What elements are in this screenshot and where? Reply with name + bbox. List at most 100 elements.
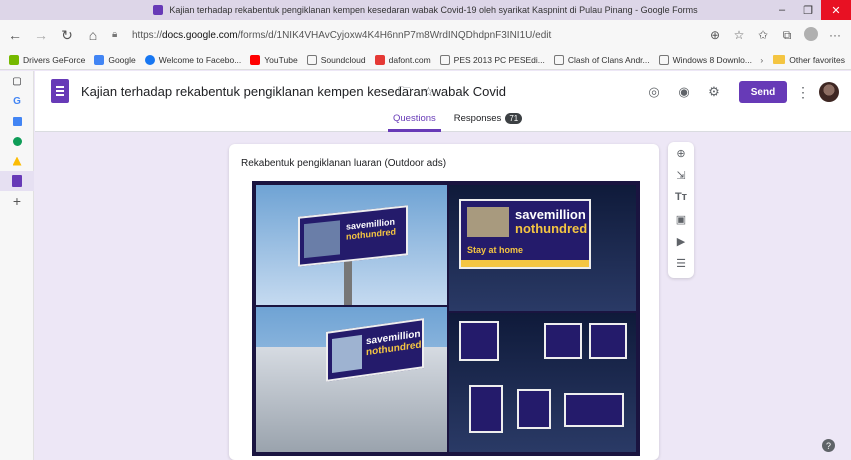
form-title[interactable]: Kajian terhadap rekabentuk pengiklanan k… [81,84,506,99]
form-tabs: Questions Responses 71 [388,113,527,132]
refresh-icon[interactable]: ↻ [56,24,78,46]
browser-toolbar: ← → ↻ ⌂ 🔒︎ https://docs.google.com/forms… [0,20,851,50]
url-prefix: https:// [132,29,163,41]
window-controls: – ❐ ✕ [769,0,851,20]
maximize-icon[interactable]: ❐ [795,0,821,20]
add-video-icon[interactable]: ▶ [668,230,694,252]
palette-icon[interactable]: ◎ [639,84,669,100]
small-ad [564,393,624,427]
sidebar-google-icon[interactable]: G [0,91,34,111]
lock-icon: 🔒︎ [112,29,118,40]
geforce-icon [9,54,19,65]
send-button[interactable]: Send [739,81,787,103]
page-icon [439,54,450,65]
avatar[interactable] [819,82,839,102]
bookmark-item[interactable]: Drivers GeForce [9,54,85,65]
sidebar-forms-icon[interactable] [0,171,34,191]
url-host: docs.google.com [162,29,238,41]
sidebar-drive-icon[interactable] [0,151,34,171]
other-favorites[interactable]: › Other favorites [760,55,845,65]
sidebar-add-icon[interactable]: + [0,191,34,211]
help-icon[interactable]: ? [822,439,835,452]
add-section-icon[interactable]: ☰ [668,252,694,274]
back-icon[interactable]: ← [4,24,26,46]
small-ad [589,323,627,359]
home-icon[interactable]: ⌂ [82,24,104,46]
profile-icon[interactable] [799,26,823,44]
sidebar-tabs-icon[interactable]: ▢ [0,71,34,91]
bookmark-item[interactable]: Google [94,54,136,65]
image-panel-street-ads [449,313,636,452]
form-tools-panel: ⊕ ⇲ Tт ▣ ▶ ☰ [668,142,694,278]
close-icon[interactable]: ✕ [821,0,851,20]
question-title[interactable]: Rekabentuk pengiklanan luaran (Outdoor a… [241,158,446,169]
sidebar-status-icon[interactable] [0,131,34,151]
address-bar[interactable]: 🔒︎ https://docs.google.com/forms/d/1NIK4… [112,24,672,46]
folder-move-icon[interactable]: 🗀︎ [398,84,411,99]
add-image-icon[interactable]: ▣ [668,208,694,230]
bookmark-item[interactable]: PES 2013 PC PESEdi... [439,54,545,65]
forward-icon[interactable]: → [30,24,52,46]
small-ad [517,389,551,429]
star-icon[interactable]: ☆ [423,84,435,99]
bookmark-item[interactable]: Clash of Clans Andr... [553,54,650,65]
ad-photo [467,207,509,237]
bookmark-item[interactable]: YouTube [250,54,298,65]
bookmark-item[interactable]: Windows 8 Downlo... [658,54,752,65]
settings-gear-icon[interactable]: ⚙ [699,84,729,100]
responses-count-badge: 71 [505,113,523,124]
favorites-icon[interactable]: ✩ [751,28,775,42]
billboard: savemillion nothundred Stay at home [459,199,591,269]
minimize-icon[interactable]: – [769,0,795,20]
page-icon [658,54,669,65]
forms-favicon-icon [153,5,164,15]
small-ad [459,321,499,361]
folder-icon [773,55,786,64]
bookmark-item[interactable]: Soundcloud [306,54,366,65]
dafont-icon [374,54,385,65]
image-panel-building: savemillion nothundred [256,307,447,452]
bookmark-item[interactable]: Welcome to Facebo... [144,54,241,65]
browser-tools: ⊕ ☆ ✩ ⧉ ··· [703,26,847,44]
chevron-right-icon[interactable]: › [760,55,763,65]
ad-line1: savemillion [515,207,586,222]
youtube-icon [250,54,261,65]
edge-sidebar: ▢ G + [0,71,34,460]
sidebar-docs-icon[interactable] [0,111,34,131]
more-icon[interactable]: ··· [823,28,847,42]
facebook-icon [144,54,155,65]
small-ad [469,385,503,433]
import-questions-icon[interactable]: ⇲ [668,164,694,186]
image-panel-sky-billboard: savemillion nothundred [256,185,447,305]
zoom-icon[interactable]: ⊕ [703,28,727,42]
preview-eye-icon[interactable]: ◉ [669,84,699,100]
tab-questions[interactable]: Questions [388,113,441,132]
ad-line2: nothundred [515,221,588,236]
page-icon [553,54,564,65]
ad-portrait [304,220,340,259]
google-icon [94,54,105,65]
title-actions: 🗀︎ ☆ [398,83,434,105]
outdoor-ads-image: savemillion nothundred savemillion nothu… [252,181,640,456]
other-favorites-label: Other favorites [789,54,845,65]
ad-portrait [332,334,362,374]
forms-logo-icon[interactable] [51,79,69,103]
add-question-icon[interactable]: ⊕ [668,142,694,164]
add-title-icon[interactable]: Tт [668,186,694,208]
tab-responses[interactable]: Responses 71 [449,113,527,132]
forms-header: Kajian terhadap rekabentuk pengiklanan k… [35,71,851,132]
small-ad [544,323,582,359]
more-vert-icon[interactable]: ⋮ [791,84,815,101]
image-panel-night-billboard: savemillion nothundred Stay at home [449,185,636,311]
question-card[interactable]: Rekabentuk pengiklanan luaran (Outdoor a… [229,144,659,460]
collections-icon[interactable]: ⧉ [775,28,799,43]
bookmark-item[interactable]: dafont.com [374,54,431,65]
ad-footer-strip [461,260,589,267]
url-path: /forms/d/1NIK4VHAvCyjoxw4K4H6nnP7m8WrdIN… [237,29,552,41]
page-icon [306,54,317,65]
window-title: Kajian terhadap rekabentuk pengiklanan k… [169,5,698,15]
billboard: savemillion nothundred [298,205,408,267]
billboard-pole [344,260,352,305]
favorite-star-icon[interactable]: ☆ [727,28,751,42]
ad-stay-home: Stay at home [467,245,524,255]
